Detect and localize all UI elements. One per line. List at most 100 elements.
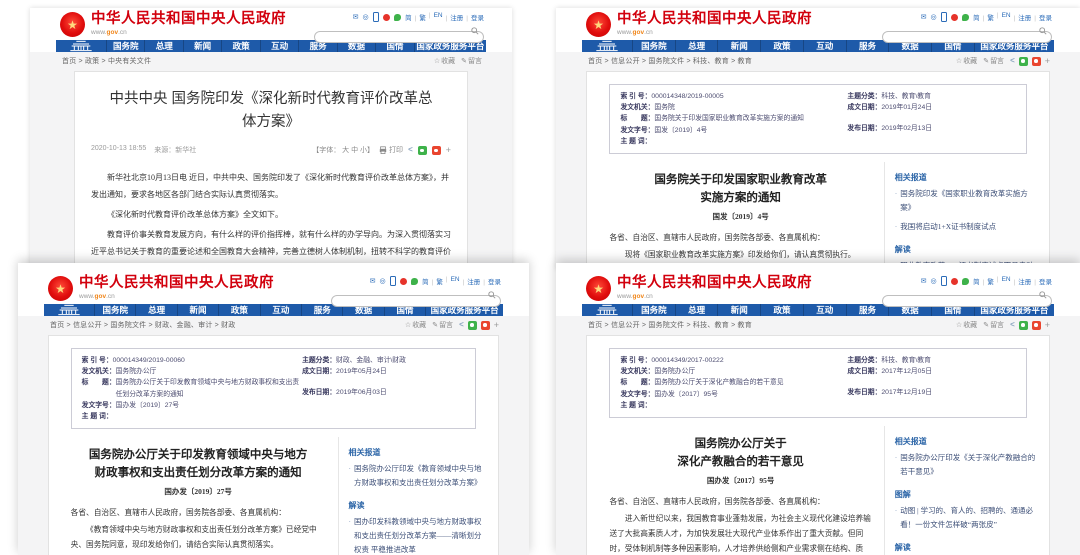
gov-logo[interactable]: ★ 中华人民共和国中央人民政府 www.gov.cn bbox=[60, 12, 286, 37]
more-share-icon[interactable]: + bbox=[446, 145, 451, 155]
mobile-icon[interactable] bbox=[389, 276, 397, 286]
more-share-icon[interactable]: + bbox=[494, 320, 499, 330]
mail-icon[interactable]: ✉ bbox=[921, 13, 927, 21]
more-share-icon[interactable]: + bbox=[1045, 56, 1050, 66]
nav-item-state-council[interactable]: 国务院 bbox=[106, 40, 144, 52]
lang-traditional[interactable]: 繁 bbox=[412, 12, 426, 22]
nav-item-news[interactable]: 新闻 bbox=[717, 304, 760, 316]
register-link[interactable]: 注册 bbox=[1011, 276, 1031, 286]
gov-logo[interactable]: ★ 中华人民共和国中央人民政府 www.gov.cn bbox=[48, 276, 274, 301]
breadcrumb[interactable]: 首页 > 信息公开 > 国务院文件 > 科技、教育 > 教育 bbox=[588, 56, 752, 66]
weibo-icon[interactable] bbox=[951, 277, 959, 285]
infographic-link[interactable]: · 动图 | 学习的、育人的、招聘的、通通必看！一份文件怎样破“两张皮” bbox=[895, 504, 1037, 532]
wechat-share-icon[interactable] bbox=[417, 145, 427, 155]
nav-item-news[interactable]: 新闻 bbox=[182, 40, 221, 52]
gov-logo[interactable]: ★ 中华人民共和国中央人民政府 www.gov.cn bbox=[586, 12, 812, 37]
wechat-share-icon[interactable] bbox=[1018, 56, 1028, 66]
interpretation-link[interactable]: · 国办印发科教领域中央与地方财政事权和支出责任划分改革方案——清晰划分权责 平稳… bbox=[349, 515, 487, 555]
nav-item-premier[interactable]: 总理 bbox=[144, 40, 182, 52]
gov-logo[interactable]: ★ 中华人民共和国中央人民政府 www.gov.cn bbox=[586, 276, 812, 301]
favorite-button[interactable]: ☆ 收藏 bbox=[956, 56, 977, 66]
nav-item-news[interactable]: 新闻 bbox=[176, 304, 218, 316]
lang-english[interactable]: EN bbox=[994, 276, 1011, 286]
print-button[interactable]: 打印 bbox=[379, 145, 403, 155]
nav-item-policy[interactable]: 政策 bbox=[760, 40, 803, 52]
related-link[interactable]: · 国务院印发《国家职业教育改革实施方案》 bbox=[895, 187, 1037, 215]
more-share-icon[interactable]: + bbox=[1045, 320, 1050, 330]
nav-item-interact[interactable]: 互动 bbox=[802, 40, 846, 52]
weibo-share-icon[interactable] bbox=[1031, 56, 1041, 66]
lang-traditional[interactable]: 繁 bbox=[980, 276, 994, 286]
accessibility-icon[interactable]: ◎ bbox=[363, 13, 369, 21]
related-link[interactable]: · 我国将启动1+X证书制度试点 bbox=[895, 220, 1037, 234]
nav-item-premier[interactable]: 总理 bbox=[674, 40, 718, 52]
search-input[interactable] bbox=[314, 30, 484, 43]
search-input[interactable] bbox=[882, 294, 1052, 307]
lang-english[interactable]: EN bbox=[426, 12, 443, 22]
nav-item-state-council[interactable]: 国务院 bbox=[632, 304, 675, 316]
nav-item-premier[interactable]: 总理 bbox=[135, 304, 176, 316]
favorite-button[interactable]: ☆ 收藏 bbox=[405, 320, 426, 330]
accessibility-icon[interactable]: ◎ bbox=[380, 277, 386, 285]
nav-item-policy[interactable]: 政策 bbox=[221, 40, 259, 52]
wechat-share-icon[interactable] bbox=[467, 320, 477, 330]
nav-home[interactable] bbox=[44, 304, 94, 316]
login-link[interactable]: 登录 bbox=[1031, 276, 1052, 286]
mail-icon[interactable]: ✉ bbox=[370, 277, 376, 285]
weibo-icon[interactable] bbox=[951, 13, 959, 21]
mail-icon[interactable]: ✉ bbox=[353, 13, 359, 21]
mail-icon[interactable]: ✉ bbox=[921, 277, 927, 285]
related-link[interactable]: · 国务院办公厅印发《教育领域中央与地方财政事权和支出责任划分改革方案》 bbox=[349, 462, 487, 490]
login-link[interactable]: 登录 bbox=[463, 12, 484, 22]
comment-button[interactable]: ✎ 留言 bbox=[432, 320, 453, 330]
favorite-button[interactable]: ☆ 收藏 bbox=[956, 320, 977, 330]
mobile-icon[interactable] bbox=[372, 12, 380, 22]
register-link[interactable]: 注册 bbox=[460, 276, 480, 286]
lang-traditional[interactable]: 繁 bbox=[429, 276, 443, 286]
lang-english[interactable]: EN bbox=[994, 12, 1011, 22]
register-link[interactable]: 注册 bbox=[443, 12, 463, 22]
wechat-share-icon[interactable] bbox=[1018, 320, 1028, 330]
wechat-icon[interactable] bbox=[962, 277, 970, 285]
nav-item-state-council[interactable]: 国务院 bbox=[94, 304, 135, 316]
lang-english[interactable]: EN bbox=[443, 276, 460, 286]
wechat-icon[interactable] bbox=[394, 13, 402, 21]
search-icon[interactable] bbox=[1039, 291, 1047, 299]
nav-item-services[interactable]: 服务 bbox=[845, 304, 889, 316]
comment-button[interactable]: ✎ 留言 bbox=[983, 320, 1004, 330]
breadcrumb[interactable]: 首页 > 政策 > 中央有关文件 bbox=[62, 56, 151, 66]
accessibility-icon[interactable]: ◎ bbox=[931, 277, 937, 285]
mobile-icon[interactable] bbox=[940, 12, 948, 22]
share-icon[interactable]: < bbox=[459, 321, 464, 329]
nav-item-interact[interactable]: 互动 bbox=[802, 304, 846, 316]
nav-item-news[interactable]: 新闻 bbox=[717, 40, 760, 52]
lang-traditional[interactable]: 繁 bbox=[980, 12, 994, 22]
nav-item-policy[interactable]: 政策 bbox=[760, 304, 803, 316]
breadcrumb[interactable]: 首页 > 信息公开 > 国务院文件 > 财政、金融、审计 > 财政 bbox=[50, 320, 236, 330]
wechat-icon[interactable] bbox=[962, 13, 970, 21]
share-icon[interactable]: < bbox=[1010, 57, 1015, 65]
search-icon[interactable] bbox=[488, 291, 496, 299]
nav-item-premier[interactable]: 总理 bbox=[674, 304, 718, 316]
weibo-icon[interactable] bbox=[400, 277, 408, 285]
weibo-share-icon[interactable] bbox=[480, 320, 490, 330]
comment-button[interactable]: ✎ 留言 bbox=[461, 56, 482, 66]
login-link[interactable]: 登录 bbox=[480, 276, 501, 286]
accessibility-icon[interactable]: ◎ bbox=[931, 13, 937, 21]
share-icon[interactable]: < bbox=[1010, 321, 1015, 329]
nav-home[interactable] bbox=[582, 40, 632, 52]
share-icon[interactable]: < bbox=[408, 146, 413, 154]
font-size-controls[interactable]: 【字体： 大 中 小】 bbox=[312, 145, 374, 155]
search-input[interactable] bbox=[331, 294, 501, 307]
nav-item-state-council[interactable]: 国务院 bbox=[632, 40, 675, 52]
breadcrumb[interactable]: 首页 > 信息公开 > 国务院文件 > 科技、教育 > 教育 bbox=[588, 320, 752, 330]
favorite-button[interactable]: ☆ 收藏 bbox=[434, 56, 455, 66]
comment-button[interactable]: ✎ 留言 bbox=[983, 56, 1004, 66]
search-input[interactable] bbox=[882, 30, 1052, 43]
nav-item-interact[interactable]: 互动 bbox=[259, 304, 301, 316]
weibo-icon[interactable] bbox=[383, 13, 391, 21]
nav-item-interact[interactable]: 互动 bbox=[259, 40, 298, 52]
search-icon[interactable] bbox=[471, 27, 479, 35]
search-icon[interactable] bbox=[1039, 27, 1047, 35]
wechat-icon[interactable] bbox=[411, 277, 419, 285]
